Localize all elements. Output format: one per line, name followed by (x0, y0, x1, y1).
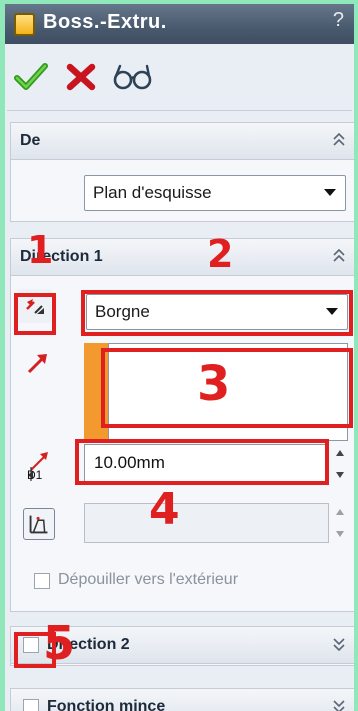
draft-outward-checkbox[interactable] (34, 573, 50, 589)
from-group: De Plan d'esquisse (10, 122, 354, 222)
preview-button[interactable] (111, 60, 155, 94)
draft-outward-label: Dépouiller vers l'extérieur (58, 571, 239, 588)
depth-spinner[interactable] (332, 444, 348, 484)
cancel-button[interactable] (63, 60, 99, 94)
annotation-number-5: 5 (43, 616, 76, 670)
window-title: Boss.-Extru. (43, 11, 167, 33)
property-manager-panel: Boss.-Extru. ? De Plan d'esquisse Direct… (5, 4, 354, 711)
x-icon (66, 63, 96, 91)
draft-icon (29, 515, 48, 534)
annotation-number-1: 1 (27, 228, 54, 272)
thin-feature-checkbox[interactable] (23, 699, 39, 711)
glasses-icon (113, 64, 152, 90)
help-button[interactable]: ? (333, 9, 344, 32)
depth-symbol: D1 (27, 468, 43, 482)
from-select-value: Plan d'esquisse (93, 183, 212, 202)
separator (7, 110, 352, 111)
ok-button[interactable] (13, 60, 49, 94)
spinner-arrows-icon (336, 450, 344, 478)
thin-feature-group: Fonction mince (10, 688, 354, 711)
chevron-up-icon[interactable] (331, 131, 347, 149)
annotation-box-2 (81, 290, 353, 336)
direction-vector-icon (25, 351, 51, 375)
annotation-box-1 (14, 293, 56, 335)
annotation-number-3: 3 (197, 356, 231, 412)
annotation-box-4 (75, 439, 329, 485)
draft-toggle-button[interactable] (23, 508, 55, 540)
thin-feature-label: Fonction mince (47, 698, 166, 711)
draft-angle-spinner[interactable] (332, 503, 348, 543)
thin-feature-header[interactable]: Fonction mince (11, 689, 354, 711)
checkmark-icon (14, 63, 48, 90)
from-group-header[interactable]: De (11, 123, 354, 160)
chevron-up-icon[interactable] (331, 247, 347, 265)
draft-angle-input[interactable] (84, 503, 329, 543)
chevron-down-icon[interactable] (331, 635, 347, 653)
from-select[interactable]: Plan d'esquisse (84, 175, 346, 211)
chevron-down-icon[interactable] (331, 697, 347, 711)
chevron-down-icon (324, 189, 336, 196)
annotation-number-2: 2 (207, 232, 234, 276)
annotation-number-4: 4 (149, 484, 180, 535)
spinner-arrows-icon (336, 509, 344, 537)
direction1-header[interactable]: Direction 1 (11, 239, 354, 276)
feature-icon (14, 13, 35, 36)
title-bar: Boss.-Extru. ? (5, 4, 354, 44)
from-group-label: De (20, 132, 41, 149)
